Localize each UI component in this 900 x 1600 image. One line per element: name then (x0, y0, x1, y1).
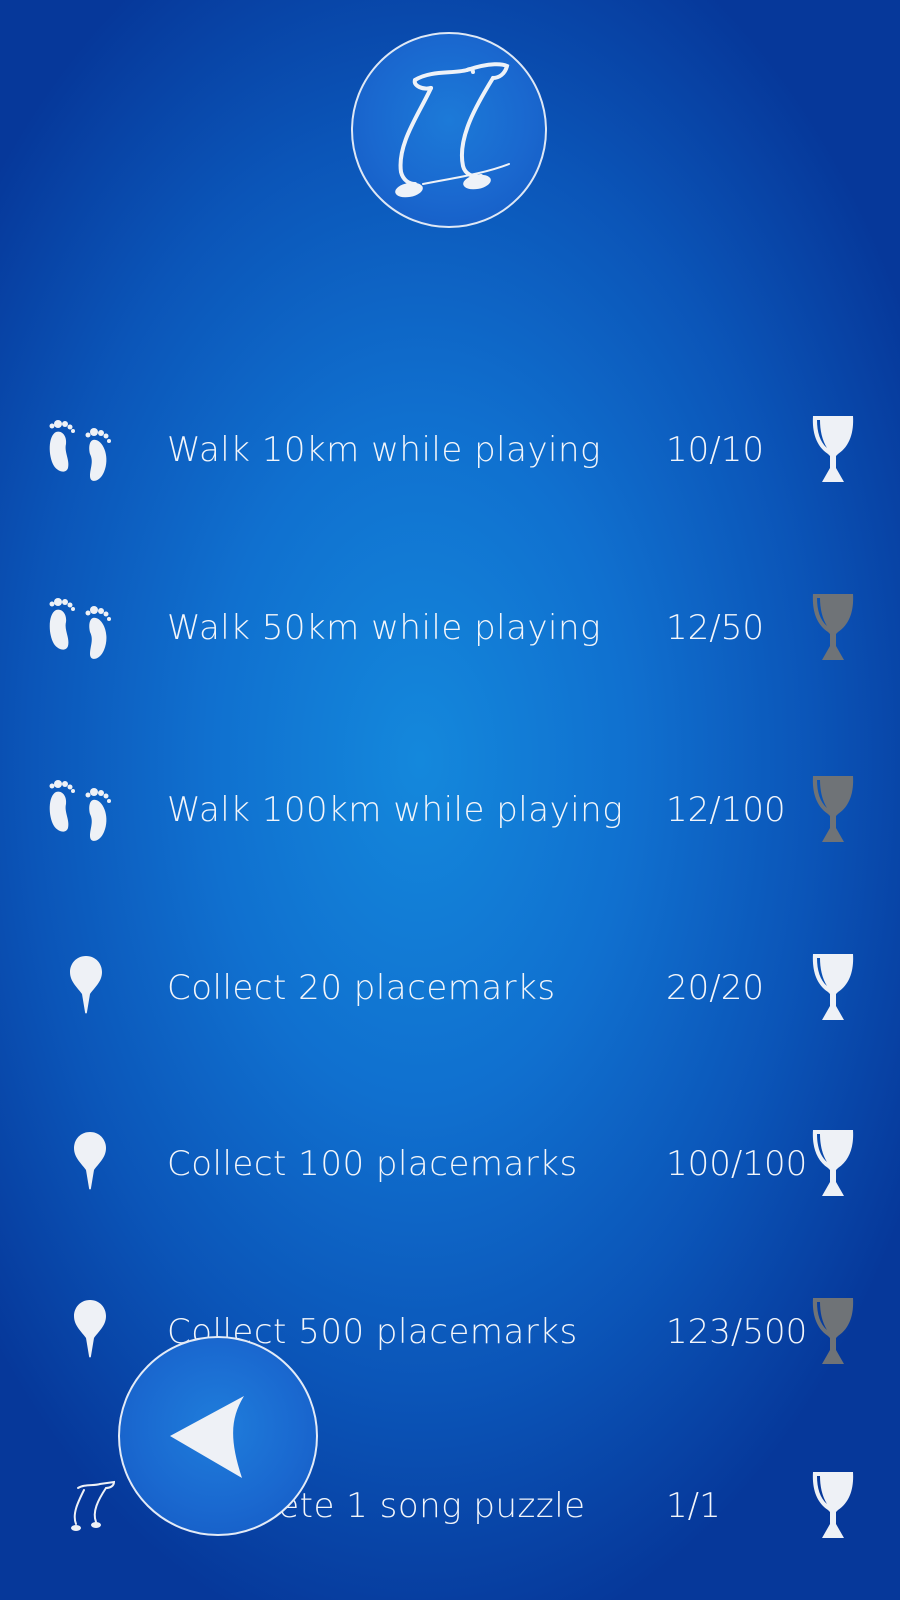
achievement-progress: 10/10 (666, 430, 764, 470)
placemark-icon (40, 1126, 120, 1206)
footprints-icon (40, 412, 120, 492)
back-arrow-icon (170, 1396, 244, 1478)
trophy-icon (808, 412, 858, 488)
trophy-icon (808, 1126, 858, 1202)
achievement-row: Collect 100 placemarks 100/100 (0, 1116, 900, 1206)
achievement-label: Walk 10km while playing (167, 430, 601, 470)
song-puzzle-icon (40, 1468, 120, 1548)
achievement-progress: 100/100 (666, 1144, 808, 1184)
achievement-row: Walk 10km while playing 10/10 (0, 402, 900, 492)
achievement-label: Collect 20 placemarks (167, 968, 556, 1008)
achievement-progress: 123/500 (666, 1312, 808, 1352)
achievement-row: Walk 50km while playing 12/50 (0, 580, 900, 670)
footprints-icon (40, 772, 120, 852)
achievement-progress: 1/1 (666, 1486, 721, 1526)
achievement-row: Walk 100km while playing 12/100 (0, 762, 900, 852)
trophy-icon (808, 1468, 858, 1544)
trophy-icon (808, 950, 858, 1026)
achievement-label: Walk 100km while playing (167, 790, 624, 830)
footprints-icon (40, 590, 120, 670)
trophy-locked-icon (808, 772, 858, 848)
back-button[interactable] (118, 1336, 318, 1536)
achievement-label: Walk 50km while playing (167, 608, 601, 648)
music-note-footprints-icon (395, 62, 510, 198)
app-logo (351, 32, 547, 228)
achievement-progress: 20/20 (666, 968, 764, 1008)
achievement-progress: 12/100 (666, 790, 786, 830)
achievement-row: Collect 20 placemarks 20/20 (0, 940, 900, 1030)
achievement-label: Collect 100 placemarks (167, 1144, 578, 1184)
trophy-locked-icon (808, 590, 858, 666)
placemark-icon (40, 950, 120, 1030)
trophy-locked-icon (808, 1294, 858, 1370)
placemark-icon (40, 1294, 120, 1374)
achievement-progress: 12/50 (666, 608, 764, 648)
